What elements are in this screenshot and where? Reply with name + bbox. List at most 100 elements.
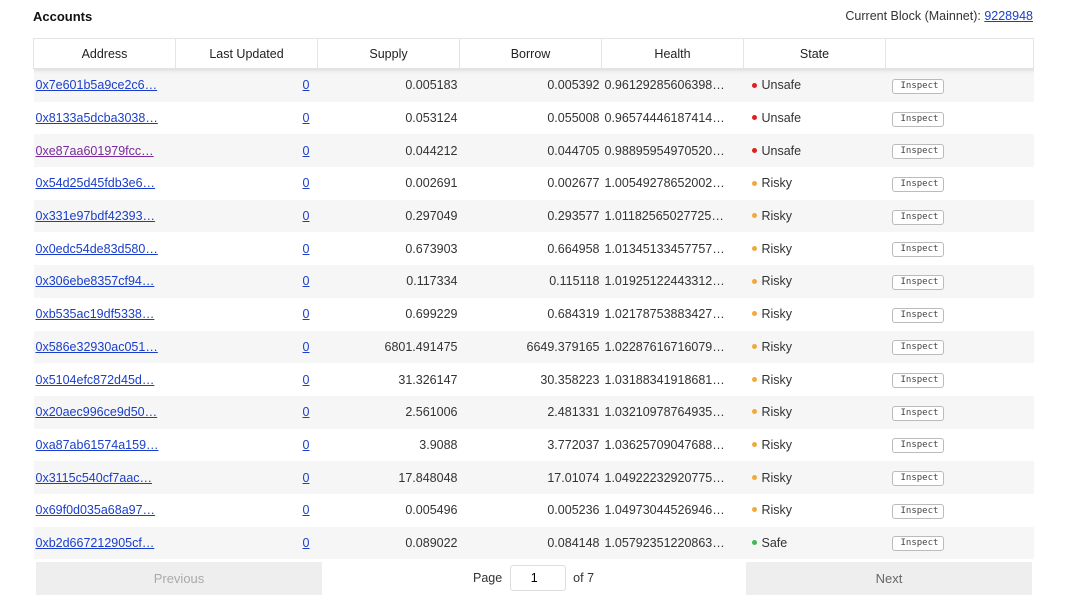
last-updated-link[interactable]: 0 <box>303 536 310 550</box>
inspect-button[interactable]: Inspect <box>891 144 944 160</box>
status-dot-icon <box>751 409 757 415</box>
actions-cell: Inspect <box>885 199 1034 233</box>
status-dot-icon <box>751 82 757 88</box>
borrow-cell: 17.01074 <box>459 461 602 494</box>
address-link[interactable]: 0x306ebe8357cf94… <box>36 274 155 288</box>
address-cell: 0x7e601b5a9ce2c6… <box>33 68 176 102</box>
last-updated-link[interactable]: 0 <box>303 111 310 125</box>
inspect-button[interactable]: Inspect <box>891 471 944 487</box>
address-cell: 0x0edc54de83d580… <box>33 232 176 266</box>
column-header-state[interactable]: State <box>743 38 886 69</box>
supply-cell: 6801.491475 <box>317 330 460 364</box>
borrow-cell: 0.115118 <box>459 265 602 298</box>
supply-cell: 31.326147 <box>317 363 460 396</box>
address-link[interactable]: 0x331e97bdf42393… <box>36 209 156 223</box>
actions-cell: Inspect <box>885 297 1034 331</box>
last-updated-link[interactable]: 0 <box>303 340 310 354</box>
current-block: Current Block (Mainnet): 9228948 <box>845 9 1033 23</box>
state-cell: Risky <box>743 199 886 233</box>
inspect-button[interactable]: Inspect <box>891 111 944 127</box>
supply-cell: 0.699229 <box>317 297 460 331</box>
last-updated-link[interactable]: 0 <box>303 503 310 517</box>
inspect-button[interactable]: Inspect <box>891 78 944 94</box>
last-updated-link[interactable]: 0 <box>303 78 310 92</box>
health-cell: 0.96129285606398… <box>601 68 744 102</box>
page-total: of 7 <box>573 571 595 585</box>
state-label: Unsafe <box>761 78 802 93</box>
column-header-borrow[interactable]: Borrow <box>459 38 602 69</box>
address-link[interactable]: 0x8133a5dcba3038… <box>36 111 158 125</box>
inspect-button[interactable]: Inspect <box>891 307 944 323</box>
last-updated-cell: 0 <box>175 199 318 233</box>
address-link[interactable]: 0x69f0d035a68a97… <box>36 503 156 517</box>
last-updated-link[interactable]: 0 <box>303 242 310 256</box>
last-updated-cell: 0 <box>175 297 318 331</box>
address-link[interactable]: 0xb2d667212905cf… <box>36 536 155 550</box>
inspect-button[interactable]: Inspect <box>891 536 944 552</box>
table-row: 0x69f0d035a68a97… 0 0.005496 0.005236 1.0497… <box>33 493 1034 527</box>
state-label: Unsafe <box>761 143 802 158</box>
last-updated-cell: 0 <box>175 363 318 396</box>
actions-cell: Inspect <box>885 526 1034 560</box>
actions-cell: Inspect <box>885 395 1034 429</box>
last-updated-link[interactable]: 0 <box>303 471 310 485</box>
column-header-last-updated[interactable]: Last Updated <box>175 38 318 69</box>
actions-cell: Inspect <box>885 68 1034 102</box>
state-cell: Risky <box>743 167 886 200</box>
address-link[interactable]: 0xa87ab61574a159… <box>36 438 159 452</box>
supply-cell: 0.002691 <box>317 167 460 200</box>
column-header-supply[interactable]: Supply <box>317 38 460 69</box>
table-row: 0x331e97bdf42393… 0 0.297049 0.293577 1.0118… <box>33 199 1034 233</box>
address-link[interactable]: 0x54d25d45fdb3e6… <box>36 176 156 190</box>
last-updated-link[interactable]: 0 <box>303 274 310 288</box>
inspect-button[interactable]: Inspect <box>891 176 944 192</box>
last-updated-link[interactable]: 0 <box>303 144 310 158</box>
state-cell: Unsafe <box>743 101 886 135</box>
column-header-address[interactable]: Address <box>33 38 176 69</box>
health-cell: 1.01925122443312… <box>601 265 744 298</box>
last-updated-link[interactable]: 0 <box>303 176 310 190</box>
last-updated-link[interactable]: 0 <box>303 209 310 223</box>
page-number-input[interactable] <box>509 565 566 591</box>
table-header-row: Address Last Updated Supply Borrow Healt… <box>33 38 1034 69</box>
table-row: 0xe87aa601979fcc… 0 0.044212 0.044705 0.9889… <box>33 134 1034 168</box>
status-dot-icon <box>751 540 757 546</box>
address-link[interactable]: 0x7e601b5a9ce2c6… <box>36 78 158 92</box>
address-link[interactable]: 0x5104efc872d45d… <box>36 373 155 387</box>
last-updated-link[interactable]: 0 <box>303 307 310 321</box>
state-cell: Risky <box>743 428 886 462</box>
inspect-button[interactable]: Inspect <box>891 242 944 258</box>
supply-cell: 3.9088 <box>317 428 460 462</box>
inspect-button[interactable]: Inspect <box>891 405 944 421</box>
block-number-link[interactable]: 9228948 <box>984 9 1033 23</box>
table-row: 0xa87ab61574a159… 0 3.9088 3.772037 1.036257… <box>33 428 1034 462</box>
inspect-button[interactable]: Inspect <box>891 503 944 519</box>
address-link[interactable]: 0x3115c540cf7aac… <box>36 471 153 485</box>
address-link[interactable]: 0x0edc54de83d580… <box>36 242 158 256</box>
inspect-button[interactable]: Inspect <box>891 274 944 290</box>
inspect-button[interactable]: Inspect <box>891 340 944 356</box>
last-updated-link[interactable]: 0 <box>303 438 310 452</box>
address-link[interactable]: 0x20aec996ce9d50… <box>36 405 158 419</box>
inspect-button[interactable]: Inspect <box>891 438 944 454</box>
address-link[interactable]: 0xe87aa601979fcc… <box>36 144 154 158</box>
column-header-health[interactable]: Health <box>601 38 744 69</box>
state-label: Risky <box>761 176 793 191</box>
last-updated-link[interactable]: 0 <box>303 405 310 419</box>
address-cell: 0x8133a5dcba3038… <box>33 101 176 135</box>
inspect-button[interactable]: Inspect <box>891 373 944 389</box>
supply-cell: 0.005183 <box>317 68 460 102</box>
inspect-button[interactable]: Inspect <box>891 209 944 225</box>
status-dot-icon <box>751 213 757 219</box>
address-link[interactable]: 0xb535ac19df5338… <box>36 307 155 321</box>
state-label: Safe <box>761 535 788 550</box>
actions-cell: Inspect <box>885 265 1034 298</box>
status-dot-icon <box>751 147 757 153</box>
last-updated-link[interactable]: 0 <box>303 373 310 387</box>
supply-cell: 0.044212 <box>317 134 460 168</box>
pagination: Previous Page of 7 Next <box>33 560 1033 596</box>
address-link[interactable]: 0x586e32930ac051… <box>36 340 158 354</box>
last-updated-cell: 0 <box>175 167 318 200</box>
previous-button[interactable]: Previous <box>36 562 322 595</box>
next-button[interactable]: Next <box>746 562 1032 595</box>
